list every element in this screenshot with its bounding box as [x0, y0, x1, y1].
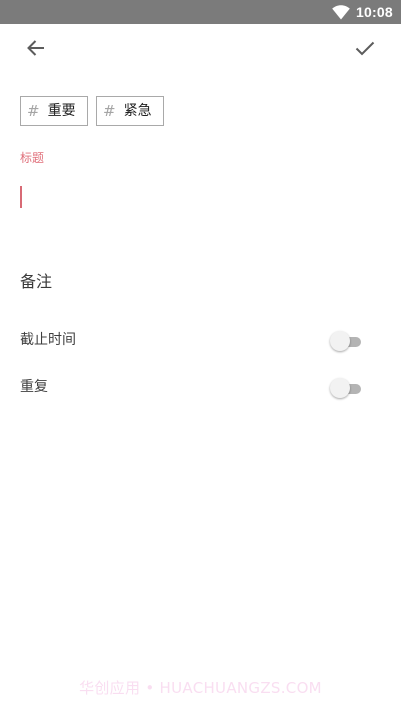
note-placeholder: 备注	[20, 272, 53, 291]
toggle-thumb	[330, 331, 350, 351]
deadline-toggle[interactable]	[330, 330, 362, 352]
status-bar: 10:08	[0, 0, 401, 24]
title-label: 标题	[20, 151, 45, 165]
watermark: 华创应用 • HUACHUANGZS.COM	[79, 679, 322, 697]
tag-important[interactable]: # 重要	[20, 96, 88, 126]
status-time: 10:08	[356, 4, 393, 20]
confirm-button[interactable]	[348, 31, 382, 65]
tag-urgent[interactable]: # 紧急	[96, 96, 164, 126]
tag-label: 紧急	[123, 103, 152, 119]
repeat-label: 重复	[20, 379, 48, 395]
deadline-label: 截止时间	[20, 332, 76, 348]
note-input[interactable]: 备注	[20, 268, 380, 298]
wifi-icon	[332, 5, 350, 20]
arrow-left-icon	[27, 40, 44, 56]
hashtag-icon: #	[27, 102, 40, 120]
repeat-toggle[interactable]	[330, 377, 362, 399]
title-input[interactable]	[20, 180, 380, 216]
hashtag-icon: #	[103, 102, 116, 120]
toggle-thumb	[330, 378, 350, 398]
repeat-row: 重复	[20, 373, 380, 403]
tag-label: 重要	[47, 103, 76, 119]
text-cursor	[20, 186, 22, 208]
checkmark-icon	[355, 41, 375, 56]
edit-task-screen: 10:08 # 重要 # 紧急 标题 备注 截止时间 重复 华创应用 • HUA…	[0, 0, 401, 710]
back-button[interactable]	[19, 31, 53, 65]
deadline-row: 截止时间	[20, 326, 380, 356]
